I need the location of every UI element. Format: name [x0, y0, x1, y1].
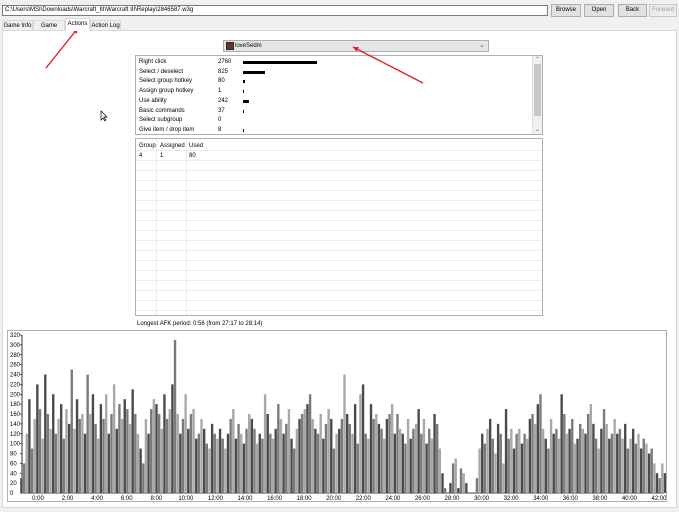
tab-actions[interactable]: Actions [65, 18, 90, 31]
annotation-arrows [45, 27, 424, 84]
red-arrow-to-player-select-line [352, 46, 424, 84]
red-arrow-to-actions-tab-line [45, 27, 79, 69]
